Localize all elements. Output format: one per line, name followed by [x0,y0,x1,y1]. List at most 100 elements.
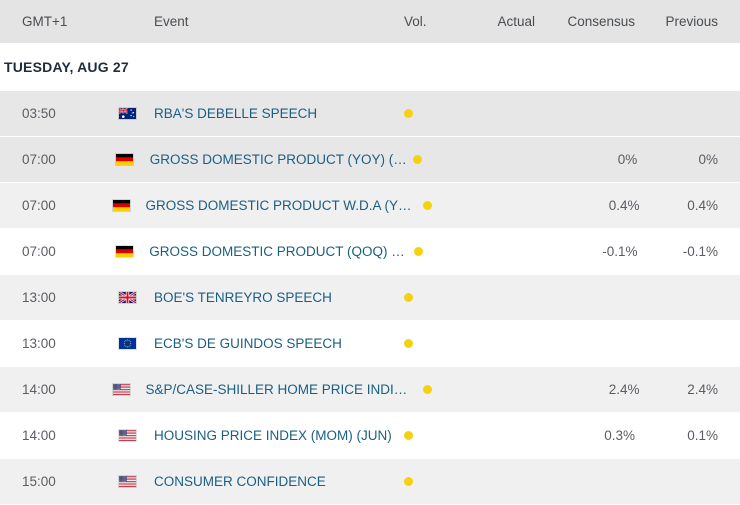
event-time: 14:00 [22,428,56,443]
event-name-cell: ECB'S DE GUINDOS SPEECH [154,336,398,351]
volatility-cell [417,381,474,399]
event-time-cell: 13:00 [0,289,118,307]
volatility-cell [398,105,458,123]
event-row-list: 03:50 RBA'S DEBELLE SPEECH 07:00 GROSS DOME… [0,91,740,505]
table-row[interactable]: 14:00 S&P/CASE-SHILLER HOME PRICE INDICES… [0,367,740,413]
event-time: 03:50 [22,106,56,121]
event-time-cell: 13:00 [0,335,118,353]
flag-germany [115,153,150,166]
volatility-dot-low-icon [404,293,413,302]
previous-value: 0.1% [687,428,718,443]
column-header-time: GMT+1 [0,14,118,29]
previous-cell: 2.4% [653,381,740,399]
event-name-link[interactable]: BOE'S TENREYRO SPEECH [154,290,398,305]
previous-cell: 0.1% [648,427,740,445]
column-header-previous: Previous [648,14,740,29]
event-name-link[interactable]: HOUSING PRICE INDEX (MOM) (JUN) [154,428,398,443]
table-row[interactable]: 15:00 CONSUMER CONFIDENCE [0,459,740,505]
column-header-actual: Actual [458,14,548,29]
consensus-cell: -0.1% [554,243,651,261]
event-name-cell: S&P/CASE-SHILLER HOME PRICE INDICES … [145,382,416,397]
previous-value: -0.1% [683,244,718,259]
flag-united-states [112,383,146,396]
table-row[interactable]: 07:00 GROSS DOMESTIC PRODUCT (QOQ) (Q2) -0… [0,229,740,275]
previous-cell: 0% [650,151,740,169]
previous-value: 0% [698,152,718,167]
volatility-dot-low-icon [404,477,413,486]
flag-united-states [118,429,154,442]
consensus-cell: 0% [553,151,650,169]
previous-value: 2.4% [687,382,718,397]
consensus-value: 2.4% [609,382,640,397]
consensus-cell: 0.4% [558,197,652,215]
event-time: 07:00 [22,244,56,259]
event-name-cell: GROSS DOMESTIC PRODUCT (YOY) (Q2) [150,152,407,167]
volatility-dot-low-icon [423,385,432,394]
event-time: 13:00 [22,336,56,351]
volatility-cell [398,473,458,491]
event-time-cell: 14:00 [0,381,112,399]
volatility-cell [408,243,466,261]
date-group-label: TUESDAY, AUG 27 [4,59,129,75]
consensus-value: -0.1% [602,244,637,259]
flag-united-states [118,475,154,488]
event-time: 07:00 [22,152,56,167]
flag-australia [118,107,154,120]
calendar-column-header: GMT+1 Event Vol. Actual Consensus Previo… [0,0,740,43]
table-row[interactable]: 07:00 GROSS DOMESTIC PRODUCT (YOY) (Q2) 0%… [0,137,740,183]
event-time: 07:00 [22,198,56,213]
event-time: 14:00 [22,382,56,397]
table-row[interactable]: 13:00 ECB'S DE GUINDOS SPEECH [0,321,740,367]
volatility-dot-low-icon [423,201,432,210]
event-name-link[interactable]: GROSS DOMESTIC PRODUCT (YOY) (Q2) [150,152,407,167]
event-name-cell: GROSS DOMESTIC PRODUCT (QOQ) (Q2) [149,244,408,259]
event-name-link[interactable]: RBA'S DEBELLE SPEECH [154,106,398,121]
event-name-link[interactable]: CONSUMER CONFIDENCE [154,474,398,489]
table-row[interactable]: 14:00 HOUSING PRICE INDEX (MOM) (JUN) 0.3%… [0,413,740,459]
event-time-cell: 03:50 [0,105,118,123]
table-row[interactable]: 03:50 RBA'S DEBELLE SPEECH [0,91,740,137]
event-name-cell: CONSUMER CONFIDENCE [154,474,398,489]
volatility-dot-low-icon [404,109,413,118]
volatility-dot-low-icon [414,247,423,256]
event-name-cell: GROSS DOMESTIC PRODUCT W.D.A (YOY)… [145,198,416,213]
volatility-cell [407,151,465,169]
flag-united-kingdom [118,291,154,304]
volatility-cell [398,289,458,307]
consensus-value: 0.3% [604,428,635,443]
event-name-cell: RBA'S DEBELLE SPEECH [154,106,398,121]
volatility-dot-low-icon [404,431,413,440]
event-name-link[interactable]: ECB'S DE GUINDOS SPEECH [154,336,398,351]
column-header-event: Event [154,14,398,29]
event-time: 15:00 [22,474,56,489]
previous-cell: 0.4% [653,197,740,215]
event-name-cell: HOUSING PRICE INDEX (MOM) (JUN) [154,428,398,443]
event-time-cell: 07:00 [0,197,112,215]
consensus-value: 0% [618,152,638,167]
event-name-link[interactable]: GROSS DOMESTIC PRODUCT (QOQ) (Q2) [149,244,408,259]
column-header-volatility: Vol. [398,14,458,29]
flag-germany [112,199,146,212]
event-name-link[interactable]: GROSS DOMESTIC PRODUCT W.D.A (YOY)… [145,198,416,213]
volatility-cell [417,197,474,215]
volatility-dot-low-icon [404,339,413,348]
consensus-value: 0.4% [609,198,640,213]
previous-cell: -0.1% [651,243,740,261]
date-group-header: TUESDAY, AUG 27 [0,43,740,91]
consensus-cell: 2.4% [558,381,652,399]
consensus-cell: 0.3% [548,427,648,445]
volatility-cell [398,335,458,353]
event-name-cell: BOE'S TENREYRO SPEECH [154,290,398,305]
flag-germany [115,245,150,258]
event-time-cell: 07:00 [0,151,115,169]
table-row[interactable]: 13:00 BOE'S TENREYRO SPEECH [0,275,740,321]
event-time-cell: 14:00 [0,427,118,445]
event-name-link[interactable]: S&P/CASE-SHILLER HOME PRICE INDICES … [145,382,416,397]
flag-european-union [118,337,154,350]
event-time-cell: 07:00 [0,243,115,261]
event-time: 13:00 [22,290,56,305]
economic-calendar: GMT+1 Event Vol. Actual Consensus Previo… [0,0,740,502]
column-header-consensus: Consensus [548,14,648,29]
table-row[interactable]: 07:00 GROSS DOMESTIC PRODUCT W.D.A (YOY)…… [0,183,740,229]
volatility-cell [398,427,458,445]
